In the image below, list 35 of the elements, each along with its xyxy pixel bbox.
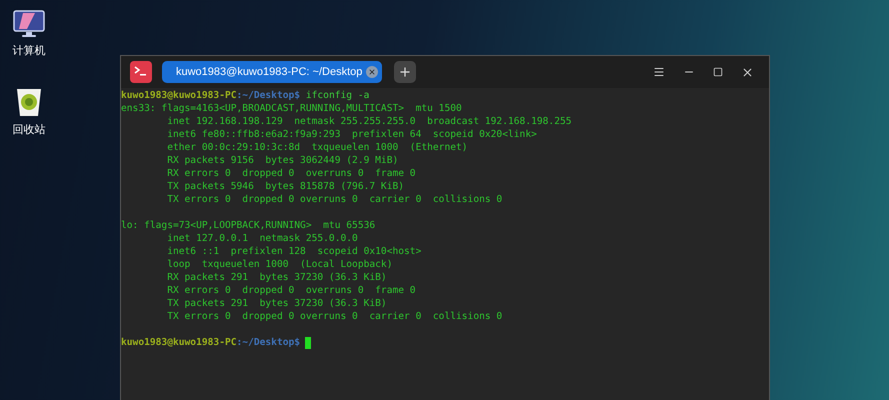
x-mark-icon (368, 68, 376, 76)
terminal-output-line: RX packets 9156 bytes 3062449 (2.9 MiB) (166, 154, 398, 167)
terminal-output-line: TX errors 0 dropped 0 overruns 0 carrier 0 collisions 0 (166, 310, 502, 323)
new-tab-button[interactable] (394, 61, 416, 83)
text-cursor (305, 336, 312, 348)
terminal-output-line: inet 192.168.198.129 netmask 255.255.255.0 broadcast 192.168.198.255 (166, 115, 572, 128)
prompt-path: :~/Desktop$ (236, 336, 300, 349)
terminal-output-line: RX errors 0 dropped 0 overruns 0 frame 0 (166, 167, 416, 180)
terminal-output-line: inet6 ::1 prefixlen 128 scopeid 0x10<host> (166, 245, 422, 258)
terminal-output-line: ether 00:0c:29:10:3c:8d txqueuelen 1000 (Ethernet) (166, 141, 468, 154)
prompt-user-host: kuwo1983@kuwo1983-PC (121, 336, 237, 349)
prompt-user-host: kuwo1983@kuwo1983-PC (121, 89, 237, 102)
maximize-icon[interactable] (713, 67, 723, 77)
prompt-path: :~/Desktop$ (236, 89, 300, 102)
terminal-output-line: TX packets 291 bytes 37230 (36.3 KiB) (166, 297, 387, 310)
terminal-output-line: TX packets 5946 bytes 815878 (796.7 KiB) (166, 180, 404, 193)
trash-bin-icon (16, 87, 42, 117)
monitor-icon (13, 10, 45, 38)
terminal-output-line: RX packets 291 bytes 37230 (36.3 KiB) (166, 271, 387, 284)
terminal-app-icon[interactable] (130, 61, 152, 83)
terminal-output-line: RX errors 0 dropped 0 overruns 0 frame 0 (166, 284, 416, 297)
menu-icon[interactable] (653, 66, 665, 78)
desktop-icon-label[interactable]: 回收站 (12, 125, 46, 136)
terminal-output-line: ens33: flags=4163<UP,BROADCAST,RUNNING,MULTICAST> mtu 1500 (121, 102, 462, 115)
plus-icon (398, 65, 412, 79)
terminal-output-line: loop txqueuelen 1000 (Local Loopback) (166, 258, 392, 271)
terminal-output-line: inet6 fe80::ffb8:e6a2:f9a9:293 prefixlen 64 scopeid 0x20<link> (166, 128, 537, 141)
terminal-tab[interactable]: kuwo1983@kuwo1983-PC: ~/Desktop (162, 61, 382, 83)
terminal-output-line: inet 127.0.0.1 netmask 255.0.0.0 (166, 232, 358, 245)
tab-close-icon[interactable] (366, 66, 378, 78)
desktop-icon-label[interactable]: 计算机 (12, 46, 46, 57)
close-icon[interactable] (741, 66, 754, 78)
command-text: ifconfig -a (304, 89, 370, 102)
terminal-output-line: TX errors 0 dropped 0 overruns 0 carrier 0 collisions 0 (166, 193, 502, 206)
terminal-output-line: lo: flags=73<UP,LOOPBACK,RUNNING> mtu 65536 (121, 219, 376, 232)
